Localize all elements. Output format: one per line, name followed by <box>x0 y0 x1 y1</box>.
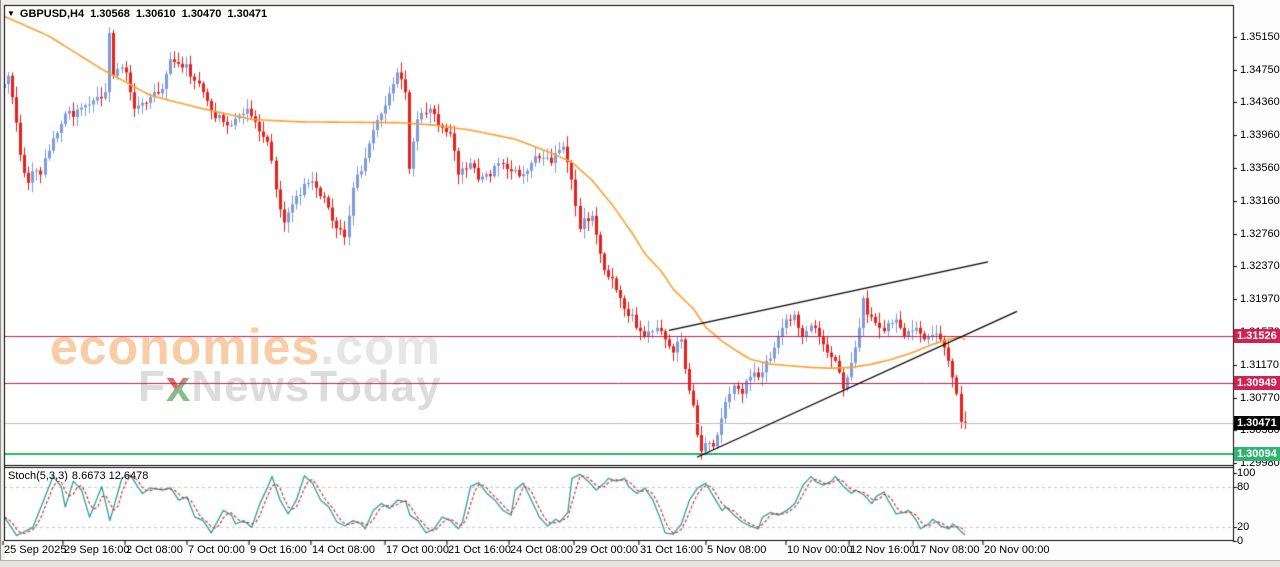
price-chart-canvas[interactable] <box>0 0 1280 567</box>
time-tick-label: 17 Oct 00:00 <box>386 544 449 556</box>
ohlc-low: 1.30470 <box>181 8 222 20</box>
stoch-level-label: 80 <box>1237 480 1250 493</box>
time-tick-label: 17 Nov 08:00 <box>914 544 980 556</box>
price-tick-label: 1.34360 <box>1240 96 1280 109</box>
time-tick-label: 5 Nov 08:00 <box>707 544 767 556</box>
price-tick-label: 1.35150 <box>1240 31 1280 43</box>
indicator-label: Stoch(5,3,3) 8.6673 12.6478 <box>8 470 148 482</box>
indicator-name: Stoch(5,3,3) <box>8 470 68 482</box>
indicator-values: 8.6673 12.6478 <box>71 470 149 482</box>
time-tick-label: 2 Oct 08:00 <box>126 544 183 556</box>
ohlc-close: 1.30471 <box>227 8 268 20</box>
ohlc-high: 1.30610 <box>135 8 176 20</box>
price-badge-support-resistance: 1.30949 <box>1234 376 1280 391</box>
price-tick-label: 1.31170 <box>1240 358 1279 371</box>
stoch-level-label: 0 <box>1237 535 1244 547</box>
price-tick-label: 1.32760 <box>1240 227 1280 240</box>
price-tick-label: 1.34750 <box>1240 63 1280 76</box>
stoch-level-label: 20 <box>1237 521 1250 534</box>
time-tick-label: 21 Oct 16:00 <box>448 544 511 556</box>
time-tick-label: 31 Oct 16:00 <box>640 544 703 556</box>
price-tick-label: 1.30770 <box>1240 391 1280 404</box>
chart-window: economies.com FxNewsToday ▼GBPUSD,H41.30… <box>0 0 1280 567</box>
symbol-name: GBPUSD,H4 <box>19 8 85 20</box>
price-badge-resistance: 1.31526 <box>1234 328 1280 343</box>
time-tick-label: 14 Oct 08:00 <box>312 544 375 556</box>
price-badge-current-price: 1.30471 <box>1234 415 1280 430</box>
time-tick-label: 20 Nov 00:00 <box>984 544 1050 556</box>
time-tick-label: 12 Nov 16:00 <box>850 544 916 556</box>
time-tick-label: 24 Oct 08:00 <box>510 544 573 556</box>
time-tick-label: 25 Sep 2025 <box>4 544 67 556</box>
price-tick-label: 1.32370 <box>1240 260 1280 273</box>
price-badge-target: 1.30094 <box>1234 446 1280 461</box>
time-tick-label: 29 Oct 00:00 <box>575 544 638 556</box>
time-tick-label: 9 Oct 16:00 <box>250 544 307 556</box>
price-tick-label: 1.33960 <box>1240 129 1280 142</box>
ohlc-open: 1.30568 <box>90 8 130 20</box>
price-tick-label: 1.31970 <box>1240 293 1280 306</box>
time-tick-label: 7 Oct 00:00 <box>188 544 245 556</box>
symbol-ohlc-label: ▼ GBPUSD,H4 1.30568 1.30610 1.30470 1.30471 <box>7 8 267 20</box>
collapse-icon[interactable]: ▼ <box>7 9 15 18</box>
stoch-level-label: 100 <box>1237 467 1256 479</box>
price-tick-label: 1.33160 <box>1240 194 1280 207</box>
price-tick-label: 1.33560 <box>1240 162 1280 174</box>
time-tick-label: 10 Nov 00:00 <box>787 544 853 556</box>
time-tick-label: 29 Sep 16:00 <box>64 544 130 556</box>
